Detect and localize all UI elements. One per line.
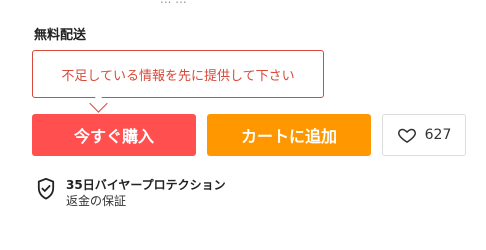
add-to-cart-label: カートに追加: [240, 127, 337, 146]
validation-tooltip: 不足している情報を先に提供して下さい: [32, 50, 324, 98]
heart-icon: [397, 125, 417, 145]
add-to-cart-button[interactable]: カートに追加: [207, 114, 371, 156]
buyer-protection: 35日バイヤープロテクション 返金の保証: [36, 177, 226, 209]
shield-check-icon: [36, 177, 56, 201]
wishlist-button[interactable]: 627: [382, 114, 466, 156]
buy-now-label: 今すぐ購入: [73, 127, 154, 146]
shipping-title: 無料配送: [34, 28, 87, 43]
product-purchase-panel: ... ... 無料配送 ・ ・ ・ 不足している情報を先に提供して下さい 今す…: [0, 0, 486, 250]
buyer-protection-title: 35日バイヤープロテクション: [66, 178, 226, 192]
buyer-protection-text: 35日バイヤープロテクション 返金の保証: [66, 177, 226, 209]
wishlist-count: 627: [424, 127, 452, 143]
buy-now-button[interactable]: 今すぐ購入: [32, 114, 196, 156]
tooltip-message: 不足している情報を先に提供して下さい: [61, 68, 295, 84]
buyer-protection-subtitle: 返金の保証: [66, 194, 127, 208]
top-cut-text: ... ...: [160, 0, 187, 6]
